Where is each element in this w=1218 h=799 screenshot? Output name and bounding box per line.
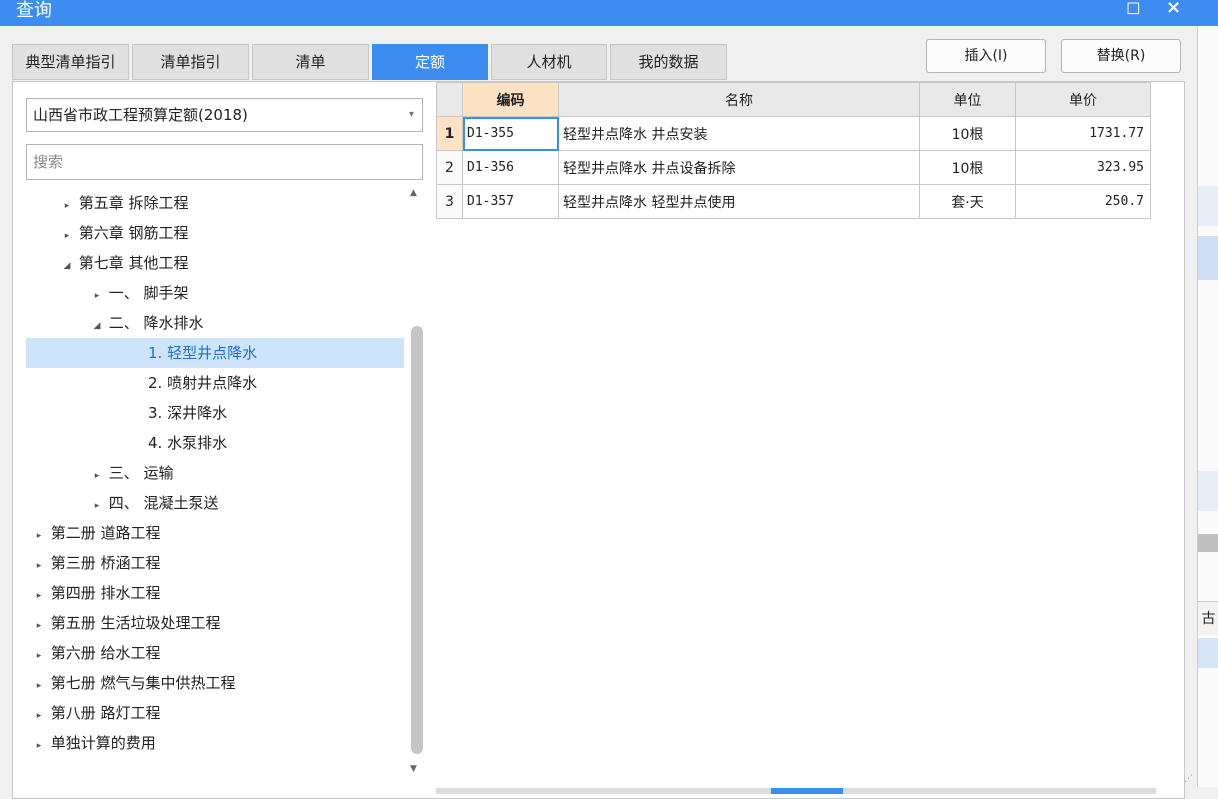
splitter-bar[interactable] (436, 788, 1156, 794)
title-bar: 查询 ◻ × (0, 0, 1218, 26)
row-number: 2 (436, 150, 463, 185)
row-number: 3 (436, 184, 463, 219)
query-dialog: 典型清单指引 清单指引 清单 定额 人材机 我的数据 插入(I) 替换(R) 山… (0, 26, 1197, 799)
row-number-header (436, 82, 463, 117)
price-cell[interactable]: 250.7 (1015, 184, 1151, 219)
background-cell: 古 (1198, 601, 1218, 635)
scrollbar-thumb[interactable] (411, 326, 423, 754)
window-title: 查询 (16, 0, 52, 21)
expand-icon[interactable]: ▸ (32, 671, 46, 701)
tree-node-selected[interactable]: 1. 轻型井点降水 (26, 338, 404, 368)
tab-labor-material-machine[interactable]: 人材机 (491, 44, 607, 80)
tree-node[interactable]: 4. 水泵排水 (26, 428, 404, 458)
table-row[interactable]: 2 D1-356 轻型井点降水 井点设备拆除 10根 323.95 (436, 150, 1151, 185)
unit-cell[interactable]: 10根 (919, 150, 1016, 185)
expand-icon[interactable]: ▸ (32, 701, 46, 731)
collapse-icon[interactable]: ◢ (60, 251, 74, 281)
expand-icon[interactable]: ▸ (32, 611, 46, 641)
tab-my-data[interactable]: 我的数据 (610, 44, 727, 80)
table-row[interactable]: 3 D1-357 轻型井点降水 轻型井点使用 套·天 250.7 (436, 184, 1151, 219)
tab-bill[interactable]: 清单 (252, 44, 369, 80)
splitter-handle[interactable] (771, 788, 843, 794)
column-header-unit[interactable]: 单位 (919, 82, 1016, 117)
code-cell[interactable]: D1-357 (462, 184, 559, 219)
tree-node[interactable]: ▸ 第六章 钢筋工程 (26, 218, 404, 248)
scroll-down-icon[interactable]: ▼ (410, 764, 417, 774)
unit-cell[interactable]: 套·天 (919, 184, 1016, 219)
background-row (1198, 638, 1218, 668)
collapse-icon[interactable]: ◢ (90, 311, 104, 341)
background-row (1198, 186, 1218, 226)
expand-icon[interactable]: ▸ (32, 551, 46, 581)
column-header-name[interactable]: 名称 (558, 82, 920, 117)
background-scrollbar (1198, 534, 1218, 552)
tree-node[interactable]: ◢ 第七章 其他工程 (26, 248, 404, 278)
expand-icon[interactable]: ▸ (32, 641, 46, 671)
expand-icon[interactable]: ▸ (60, 221, 74, 251)
search-input[interactable]: 搜索 (26, 144, 423, 180)
quota-grid: 编码 名称 单位 单价 1 D1-355 轻型井点降水 井点安装 10根 173… (436, 82, 1156, 219)
tab-typical-bill-guide[interactable]: 典型清单指引 (12, 44, 129, 80)
tree-node[interactable]: ▸ 第六册 给水工程 (26, 638, 404, 668)
name-cell[interactable]: 轻型井点降水 轻型井点使用 (558, 184, 920, 219)
expand-icon[interactable]: ▸ (32, 731, 46, 761)
tree-node[interactable]: 3. 深井降水 (26, 398, 404, 428)
tree-node[interactable]: ▸ 第五册 生活垃圾处理工程 (26, 608, 404, 638)
expand-icon[interactable]: ▸ (32, 521, 46, 551)
background-window-edge: 古 (1197, 26, 1218, 787)
tree-node[interactable]: ▸ 第四册 排水工程 (26, 578, 404, 608)
tree-node[interactable]: ▸ 第八册 路灯工程 (26, 698, 404, 728)
chevron-down-icon: ▾ (408, 109, 414, 120)
insert-button[interactable]: 插入(I) (926, 39, 1046, 73)
code-cell[interactable]: D1-356 (462, 150, 559, 185)
tree-node[interactable]: ◢ 二、 降水排水 (26, 308, 404, 338)
quota-library-value: 山西省市政工程预算定额(2018) (33, 106, 248, 124)
tree-scrollbar[interactable]: ▲ ▼ (408, 188, 424, 774)
tree-node[interactable]: ▸ 第三册 桥涵工程 (26, 548, 404, 578)
quota-library-select[interactable]: 山西省市政工程预算定额(2018) ▾ (26, 98, 423, 132)
expand-icon[interactable]: ▸ (90, 461, 104, 491)
name-cell[interactable]: 轻型井点降水 井点安装 (558, 116, 920, 151)
content-panel: 山西省市政工程预算定额(2018) ▾ 搜索 ▸ 第五章 拆除工程 ▸ 第六章 … (12, 81, 1185, 799)
chapter-tree: ▸ 第五章 拆除工程 ▸ 第六章 钢筋工程 ◢ 第七章 其他工程 ▸ 一、 脚手… (26, 188, 404, 788)
column-header-price[interactable]: 单价 (1015, 82, 1151, 117)
tree-node[interactable]: ▸ 第五章 拆除工程 (26, 188, 404, 218)
table-row[interactable]: 1 D1-355 轻型井点降水 井点安装 10根 1731.77 (436, 116, 1151, 151)
tree-node[interactable]: ▸ 三、 运输 (26, 458, 404, 488)
tree-node[interactable]: ▸ 第二册 道路工程 (26, 518, 404, 548)
expand-icon[interactable]: ▸ (90, 281, 104, 311)
expand-icon[interactable]: ▸ (32, 581, 46, 611)
resize-grip-icon[interactable]: ⋰ (1184, 774, 1193, 784)
replace-button[interactable]: 替换(R) (1061, 39, 1181, 73)
close-icon[interactable]: × (1166, 0, 1181, 18)
grid-header-row: 编码 名称 单位 单价 (436, 82, 1151, 117)
column-header-code[interactable]: 编码 (462, 82, 559, 117)
tab-quota[interactable]: 定额 (372, 44, 488, 80)
tree-node[interactable]: ▸ 第七册 燃气与集中供热工程 (26, 668, 404, 698)
expand-icon[interactable]: ▸ (90, 491, 104, 521)
tab-bill-guide[interactable]: 清单指引 (132, 44, 249, 80)
tree-node[interactable]: ▸ 四、 混凝土泵送 (26, 488, 404, 518)
background-row (1198, 471, 1218, 511)
code-cell[interactable]: D1-355 (462, 116, 559, 151)
row-number: 1 (436, 116, 463, 151)
tree-node[interactable]: 2. 喷射井点降水 (26, 368, 404, 398)
restore-icon[interactable]: ◻ (1126, 0, 1141, 18)
background-row (1198, 236, 1218, 280)
price-cell[interactable]: 323.95 (1015, 150, 1151, 185)
scroll-up-icon[interactable]: ▲ (410, 188, 417, 198)
tree-node[interactable]: ▸ 单独计算的费用 (26, 728, 404, 758)
unit-cell[interactable]: 10根 (919, 116, 1016, 151)
name-cell[interactable]: 轻型井点降水 井点设备拆除 (558, 150, 920, 185)
price-cell[interactable]: 1731.77 (1015, 116, 1151, 151)
expand-icon[interactable]: ▸ (60, 191, 74, 221)
tree-node[interactable]: ▸ 一、 脚手架 (26, 278, 404, 308)
